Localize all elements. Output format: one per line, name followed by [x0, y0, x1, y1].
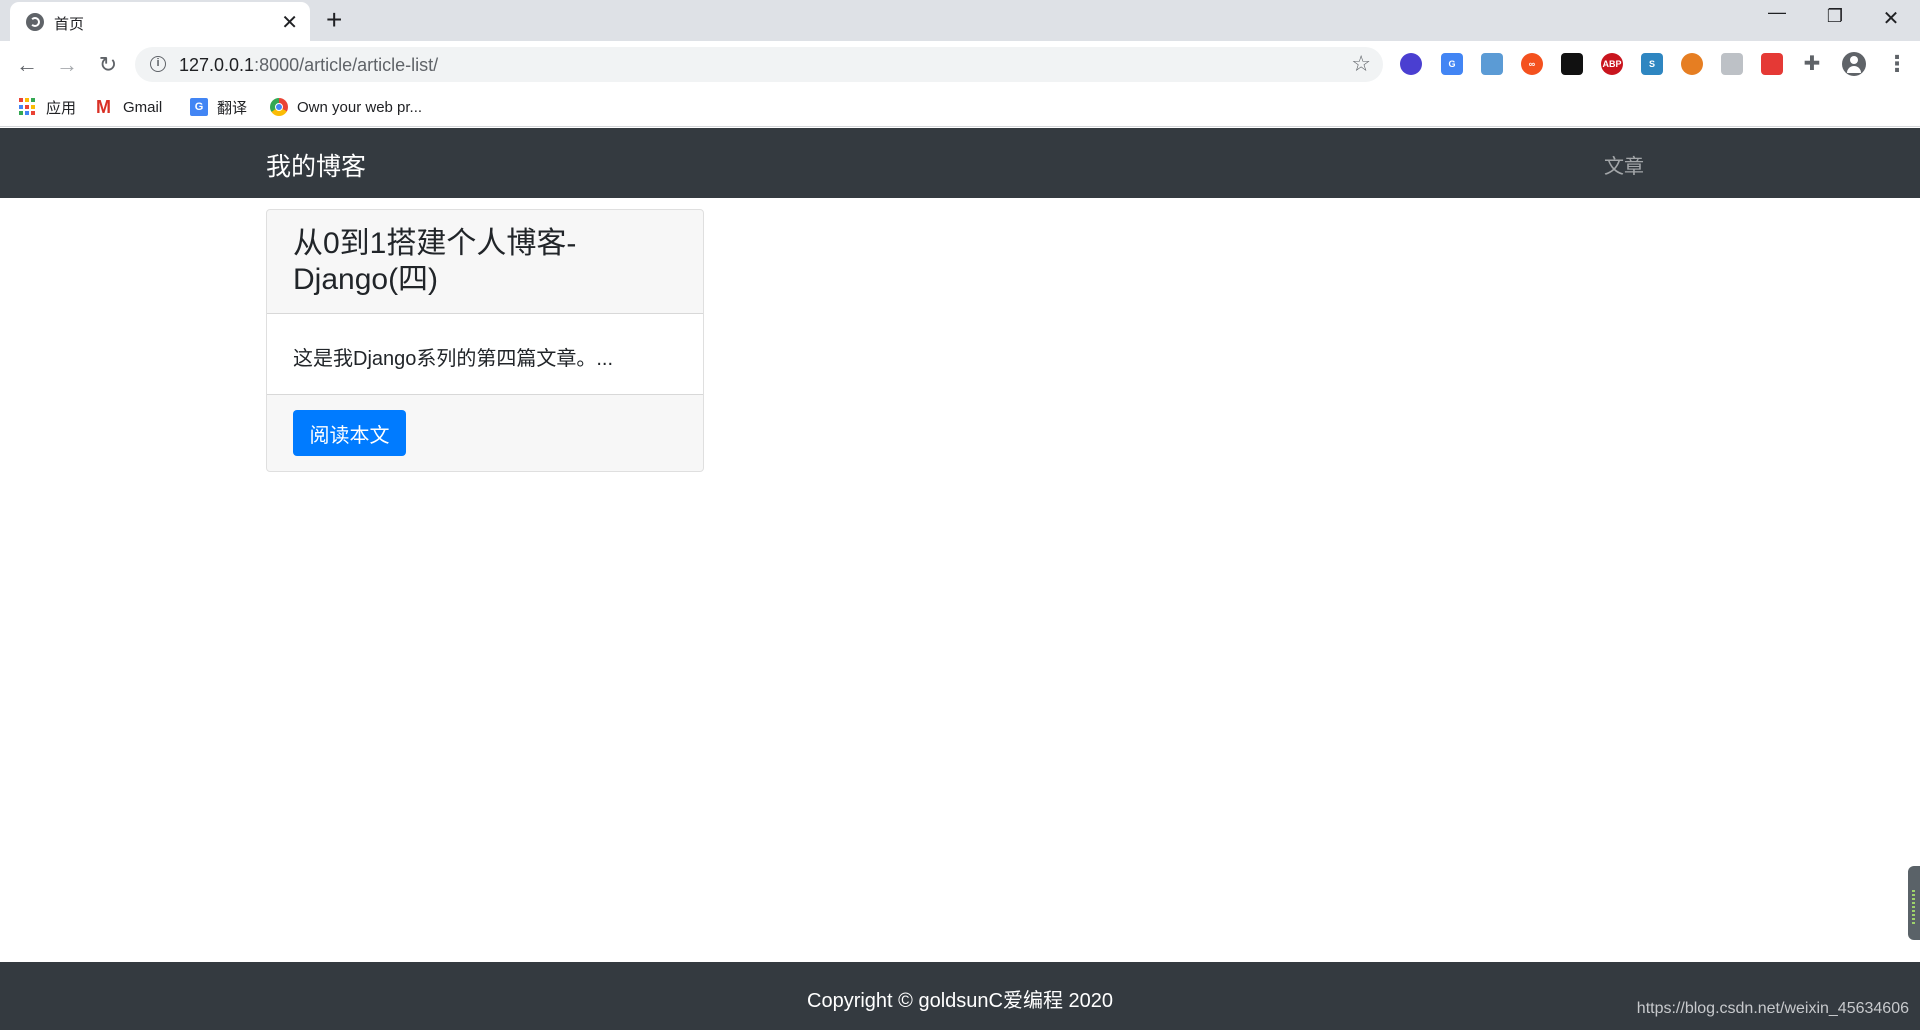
- bookmark-label: Gmail: [123, 98, 163, 116]
- extension-icon[interactable]: [1761, 53, 1783, 75]
- address-bar[interactable]: i 127.0.0.1:8000/article/article-list/ ☆: [135, 47, 1383, 82]
- window-close-icon[interactable]: ✕: [1871, 6, 1911, 31]
- read-article-button[interactable]: 阅读本文: [293, 410, 406, 456]
- extension-icon[interactable]: [1481, 53, 1503, 75]
- bookmark-own-your-web[interactable]: Own your web pr...: [270, 94, 422, 120]
- url-path: :8000/article/article-list/: [254, 55, 439, 75]
- apps-grid-icon: [19, 98, 37, 116]
- bookmarks-bar: 应用 M Gmail G 翻译 Own your web pr...: [0, 88, 1920, 127]
- restore-icon[interactable]: ❐: [1815, 6, 1855, 27]
- gmail-icon: M: [96, 97, 111, 117]
- card-header: 从0到1搭建个人博客-Django(四): [267, 210, 703, 314]
- article-title: 从0到1搭建个人博客-Django(四): [293, 227, 577, 296]
- card-body: 这是我Django系列的第四篇文章。...: [267, 314, 703, 394]
- copyright-text: Copyright © goldsunC爱编程 2020: [807, 990, 1113, 1012]
- bookmark-apps[interactable]: 应用: [19, 94, 76, 120]
- bookmark-label: 翻译: [217, 99, 248, 117]
- back-icon[interactable]: ←: [13, 51, 41, 79]
- more-menu-icon[interactable]: ⋮: [1886, 51, 1908, 77]
- new-tab-icon[interactable]: +: [326, 4, 342, 36]
- article-excerpt: 这是我Django系列的第四篇文章。...: [293, 348, 614, 370]
- extension-icon[interactable]: [1561, 53, 1583, 75]
- browser-tab[interactable]: 首页 ✕: [10, 2, 310, 41]
- site-brand[interactable]: 我的博客: [266, 147, 366, 183]
- extension-icon[interactable]: ∞: [1521, 53, 1543, 75]
- reload-icon[interactable]: ↻: [94, 51, 122, 79]
- watermark-text: https://blog.csdn.net/weixin_45634606: [1636, 1000, 1909, 1017]
- tab-strip: 首页 ✕ + — ❐ ✕: [0, 0, 1920, 41]
- adblock-icon[interactable]: ABP: [1601, 53, 1623, 75]
- bookmark-gmail[interactable]: M Gmail: [96, 94, 162, 120]
- nav-link-articles[interactable]: 文章: [1604, 150, 1644, 179]
- extension-icon[interactable]: [1400, 53, 1422, 75]
- tab-title: 首页: [54, 16, 85, 33]
- globe-icon: [26, 13, 44, 31]
- side-widget-handle[interactable]: [1908, 866, 1920, 940]
- extension-icon[interactable]: S: [1641, 53, 1663, 75]
- extension-icon[interactable]: [1721, 53, 1743, 75]
- bookmark-label: Own your web pr...: [297, 98, 423, 116]
- extensions-puzzle-icon[interactable]: ✚: [1801, 53, 1823, 75]
- translate-icon: G: [190, 98, 208, 116]
- bookmark-label: 应用: [46, 99, 77, 117]
- info-icon[interactable]: i: [150, 56, 166, 72]
- own-your-web-icon: [270, 98, 288, 116]
- bookmark-translate[interactable]: G 翻译: [190, 94, 247, 120]
- translate-extension-icon[interactable]: G: [1441, 53, 1463, 75]
- card-footer: 阅读本文: [267, 394, 703, 471]
- minimize-icon[interactable]: —: [1757, 2, 1797, 23]
- profile-avatar-icon[interactable]: [1842, 52, 1866, 76]
- extension-icon[interactable]: [1681, 53, 1703, 75]
- bookmark-star-icon[interactable]: ☆: [1351, 51, 1371, 77]
- site-navbar: 我的博客 文章: [0, 128, 1920, 198]
- url-host: 127.0.0.1: [179, 55, 255, 75]
- address-url[interactable]: 127.0.0.1:8000/article/article-list/: [179, 55, 438, 76]
- article-card: 从0到1搭建个人博客-Django(四) 这是我Django系列的第四篇文章。.…: [266, 209, 704, 472]
- site-footer: Copyright © goldsunC爱编程 2020 https://blo…: [0, 962, 1920, 1030]
- forward-icon[interactable]: →: [53, 51, 81, 79]
- tab-close-icon[interactable]: ✕: [281, 10, 298, 35]
- browser-toolbar: ← → ↻ i 127.0.0.1:8000/article/article-l…: [0, 41, 1920, 88]
